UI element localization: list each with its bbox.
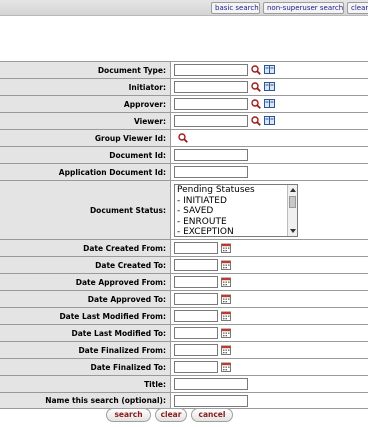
scroll-thumb[interactable] [289, 196, 296, 208]
initiator-lookup-icon[interactable] [251, 82, 261, 92]
date-created-to-label: Date Created To: [0, 257, 171, 273]
action-buttons: search clear cancel [0, 406, 368, 427]
calendar-icon[interactable] [221, 243, 231, 253]
non-superuser-search-button[interactable]: non-superuser search [263, 2, 344, 14]
date-last-modified-from-label: Date Last Modified From: [0, 308, 171, 324]
date-finalized-from-label: Date Finalized From: [0, 342, 171, 358]
viewer-input[interactable] [174, 115, 248, 127]
date-created-from-input[interactable] [174, 242, 218, 254]
top-toolbar: basic search non-superuser search clear [0, 0, 368, 16]
approver-label: Approver: [0, 96, 171, 112]
scroll-up-icon[interactable] [290, 188, 296, 192]
calendar-icon[interactable] [221, 260, 231, 270]
listbox-scrollbar[interactable] [287, 185, 297, 236]
date-created-from-label: Date Created From: [0, 240, 171, 256]
initiator-inquiry-icon[interactable] [264, 82, 275, 91]
approver-inquiry-icon[interactable] [264, 99, 275, 108]
row-viewer: Viewer: [0, 112, 368, 129]
cancel-button[interactable]: cancel [191, 408, 233, 422]
row-date-created-from: Date Created From: [0, 239, 368, 256]
date-last-modified-to-label: Date Last Modified To: [0, 325, 171, 341]
clear-button[interactable]: clear [155, 408, 187, 422]
document-status-label: Document Status: [0, 181, 171, 239]
date-approved-to-label: Date Approved To: [0, 291, 171, 307]
calendar-icon[interactable] [221, 294, 231, 304]
viewer-lookup-icon[interactable] [251, 116, 261, 126]
date-approved-from-input[interactable] [174, 276, 218, 288]
document-id-input[interactable] [174, 149, 248, 161]
title-label: Title: [0, 376, 171, 392]
group-viewer-lookup-icon[interactable] [178, 133, 188, 143]
calendar-icon[interactable] [221, 362, 231, 372]
calendar-icon[interactable] [221, 277, 231, 287]
status-option[interactable]: - INITIATED [177, 196, 297, 207]
row-date-approved-from: Date Approved From: [0, 273, 368, 290]
search-button[interactable]: search [106, 408, 151, 422]
status-option[interactable]: Pending Statuses [177, 185, 297, 196]
row-date-finalized-from: Date Finalized From: [0, 341, 368, 358]
row-date-last-modified-to: Date Last Modified To: [0, 324, 368, 341]
row-date-finalized-to: Date Finalized To: [0, 358, 368, 375]
approver-input[interactable] [174, 98, 248, 110]
row-approver: Approver: [0, 95, 368, 112]
viewer-inquiry-icon[interactable] [264, 116, 275, 125]
row-application-document-id: Application Document Id: [0, 163, 368, 180]
status-option[interactable]: - ENROUTE [177, 217, 297, 228]
initiator-label: Initiator: [0, 79, 171, 95]
application-document-id-label: Application Document Id: [0, 164, 171, 180]
group-viewer-id-label: Group Viewer Id: [0, 130, 171, 146]
viewer-label: Viewer: [0, 113, 171, 129]
status-option[interactable]: - SAVED [177, 206, 297, 217]
date-approved-from-label: Date Approved From: [0, 274, 171, 290]
date-finalized-to-label: Date Finalized To: [0, 359, 171, 375]
clear-top-button[interactable]: clear [347, 2, 368, 14]
document-id-label: Document Id: [0, 147, 171, 163]
calendar-icon[interactable] [221, 345, 231, 355]
status-option[interactable]: - EXCEPTION [177, 227, 297, 236]
date-approved-to-input[interactable] [174, 293, 218, 305]
date-finalized-to-input[interactable] [174, 361, 218, 373]
initiator-input[interactable] [174, 81, 248, 93]
scroll-down-icon[interactable] [290, 229, 296, 233]
date-last-modified-to-input[interactable] [174, 327, 218, 339]
row-date-last-modified-from: Date Last Modified From: [0, 307, 368, 324]
document-type-lookup-icon[interactable] [251, 65, 261, 75]
calendar-icon[interactable] [221, 328, 231, 338]
basic-search-button[interactable]: basic search [211, 2, 260, 14]
row-initiator: Initiator: [0, 78, 368, 95]
document-type-inquiry-icon[interactable] [264, 65, 275, 74]
approver-lookup-icon[interactable] [251, 99, 261, 109]
date-created-to-input[interactable] [174, 259, 218, 271]
date-finalized-from-input[interactable] [174, 344, 218, 356]
row-document-status: Document Status: Pending Statuses - INIT… [0, 180, 368, 239]
application-document-id-input[interactable] [174, 166, 248, 178]
row-document-id: Document Id: [0, 146, 368, 163]
row-date-approved-to: Date Approved To: [0, 290, 368, 307]
date-last-modified-from-input[interactable] [174, 310, 218, 322]
document-type-label: Document Type: [0, 62, 171, 78]
calendar-icon[interactable] [221, 311, 231, 321]
row-group-viewer-id: Group Viewer Id: [0, 129, 368, 146]
document-status-listbox[interactable]: Pending Statuses - INITIATED - SAVED - E… [174, 184, 298, 237]
row-date-created-to: Date Created To: [0, 256, 368, 273]
search-form: Document Type: Initiator: Approver: View… [0, 61, 368, 409]
document-type-input[interactable] [174, 64, 248, 76]
row-title: Title: [0, 375, 368, 392]
row-document-type: Document Type: [0, 61, 368, 78]
title-input[interactable] [174, 378, 248, 390]
